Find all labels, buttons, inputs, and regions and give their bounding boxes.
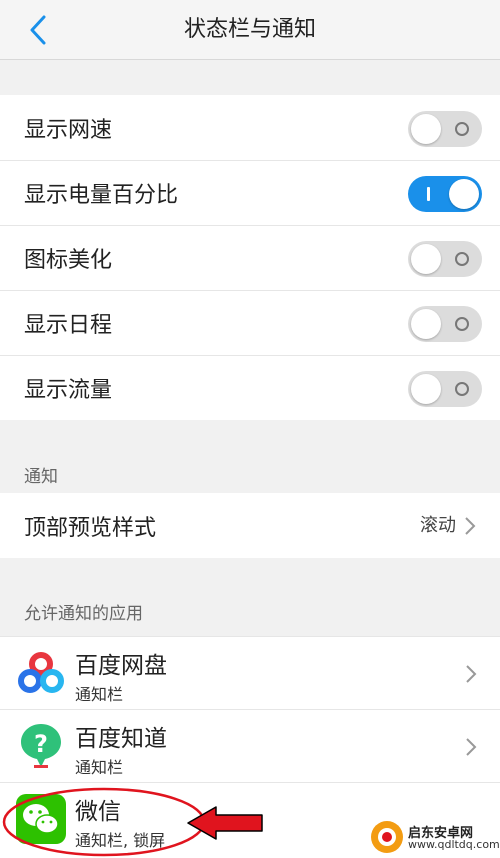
setting-row-icon-beautify: 图标美化 xyxy=(0,225,500,290)
setting-label: 显示网速 xyxy=(24,117,113,143)
data-usage-toggle[interactable] xyxy=(408,371,482,407)
chevron-right-icon xyxy=(465,517,476,535)
chevron-right-icon xyxy=(466,738,477,756)
setting-label: 显示电量百分比 xyxy=(24,182,179,208)
app-notification-type: 通知栏 xyxy=(75,685,124,704)
network-speed-toggle[interactable] xyxy=(408,111,482,147)
preview-style-value: 滚动 xyxy=(420,515,456,536)
baidu-netdisk-icon xyxy=(18,652,64,693)
app-row-baidu-zhidao[interactable]: ? 百度知道 通知栏 xyxy=(0,709,500,782)
toggle-off-icon xyxy=(455,252,469,266)
app-name: 微信 xyxy=(75,799,121,825)
setting-row-network-speed: 显示网速 xyxy=(0,95,500,160)
setting-row-battery-percentage: 显示电量百分比 xyxy=(0,160,500,225)
setting-label: 图标美化 xyxy=(24,247,113,273)
toggle-off-icon xyxy=(455,382,469,396)
app-notification-type: 通知栏, 锁屏 xyxy=(75,831,166,850)
setting-label: 显示日程 xyxy=(24,312,113,338)
toggle-off-icon xyxy=(455,122,469,136)
setting-row-schedule: 显示日程 xyxy=(0,290,500,355)
notification-settings: 顶部预览样式 滚动 xyxy=(0,493,500,558)
toggle-off-icon xyxy=(455,317,469,331)
toggle-on-icon xyxy=(427,187,430,201)
watermark: 启东安卓网 www.qdltdq.com xyxy=(370,818,500,856)
battery-percentage-toggle[interactable] xyxy=(408,176,482,212)
status-bar-settings: 显示网速 显示电量百分比 图标美化 显示日程 显示流量 xyxy=(0,95,500,420)
toggle-knob xyxy=(411,309,441,339)
setting-label: 顶部预览样式 xyxy=(24,515,157,541)
app-name: 百度知道 xyxy=(75,726,167,752)
header-bar: 状态栏与通知 xyxy=(0,0,500,60)
icon-beautify-toggle[interactable] xyxy=(408,241,482,277)
chevron-right-icon xyxy=(466,665,477,683)
page-title: 状态栏与通知 xyxy=(183,17,316,42)
schedule-toggle[interactable] xyxy=(408,306,482,342)
notification-group-label: 通知 xyxy=(24,467,58,487)
app-name: 百度网盘 xyxy=(75,653,167,679)
top-preview-style-row[interactable]: 顶部预览样式 滚动 xyxy=(0,493,500,558)
wechat-icon xyxy=(16,794,66,844)
toggle-knob xyxy=(411,244,441,274)
toggle-knob xyxy=(449,179,479,209)
setting-label: 显示流量 xyxy=(24,377,113,403)
toggle-knob xyxy=(411,114,441,144)
app-row-baidu-netdisk[interactable]: 百度网盘 通知栏 xyxy=(0,636,500,709)
app-notification-type: 通知栏 xyxy=(75,758,124,777)
svg-text:?: ? xyxy=(34,730,48,758)
watermark-logo-icon xyxy=(371,821,403,853)
watermark-url: www.qdltdq.com xyxy=(408,838,500,851)
baidu-zhidao-icon: ? xyxy=(21,724,61,768)
setting-row-data-usage: 显示流量 xyxy=(0,355,500,420)
toggle-knob xyxy=(411,374,441,404)
allowed-apps-group-label: 允许通知的应用 xyxy=(24,604,143,624)
